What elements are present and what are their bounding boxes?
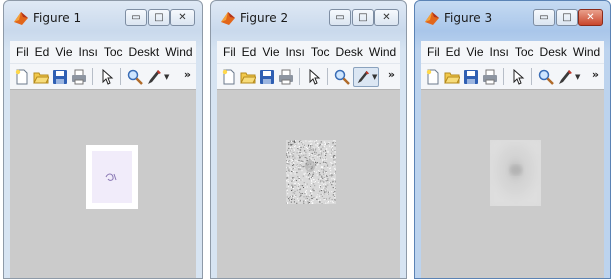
open-file-icon[interactable] (33, 69, 50, 85)
toolbar-separator (503, 68, 504, 85)
pointer-icon[interactable] (99, 68, 115, 85)
menu-bar: Fil Ed Vie Insı Toc Deskt Wind He » (10, 41, 196, 63)
toolbar-overflow-button[interactable]: » (184, 68, 191, 81)
menu-view[interactable]: Vie (466, 45, 483, 59)
save-icon[interactable] (52, 69, 68, 85)
matlab-icon (221, 12, 235, 25)
figure-canvas[interactable] (10, 89, 196, 278)
menu-desktop[interactable]: Desk (540, 45, 567, 59)
new-figure-icon[interactable] (425, 69, 441, 85)
menu-file[interactable]: Fil (427, 45, 440, 59)
close-button[interactable]: ✕ (374, 9, 399, 26)
data-cursor-icon[interactable] (146, 69, 162, 85)
maximize-button[interactable]: □ (352, 9, 374, 26)
maximize-button[interactable]: □ (556, 9, 578, 26)
menu-edit[interactable]: Ed (446, 45, 461, 59)
chevron-down-icon[interactable]: ▼ (575, 73, 580, 81)
image-content (92, 151, 132, 203)
menu-file[interactable]: Fil (16, 45, 29, 59)
menu-bar: Fil Ed Vie Insı Toc Desk Wind He » (421, 41, 604, 63)
minimize-button[interactable]: ▭ (533, 9, 555, 26)
toolbar-separator (299, 68, 300, 85)
pointer-icon[interactable] (510, 68, 526, 85)
menu-window[interactable]: Wind (573, 45, 600, 59)
minimize-button[interactable]: ▭ (329, 9, 351, 26)
title-bar[interactable]: Figure 1 ▭ □ ✕ (4, 1, 202, 35)
toolbar-separator (327, 68, 328, 85)
menu-file[interactable]: Fil (223, 45, 236, 59)
toolbar-overflow-button[interactable]: » (388, 68, 395, 81)
menu-edit[interactable]: Ed (35, 45, 50, 59)
print-icon[interactable] (482, 69, 498, 85)
toolbar-separator (120, 68, 121, 85)
matlab-icon (14, 12, 28, 25)
menu-view[interactable]: Vie (55, 45, 72, 59)
toolbar: ▼ » (10, 63, 196, 89)
figure-canvas[interactable] (217, 89, 400, 278)
title-bar[interactable]: Figure 2 ▭ □ ✕ (211, 1, 406, 35)
menu-desktop[interactable]: Deskt (129, 45, 160, 59)
zoom-in-icon[interactable] (334, 69, 350, 85)
close-button[interactable]: ✕ (578, 9, 603, 26)
blurred-image (490, 140, 541, 206)
save-icon[interactable] (259, 69, 275, 85)
menu-tools[interactable]: Toc (104, 45, 123, 59)
matlab-icon (425, 12, 439, 25)
title-bar[interactable]: Figure 3 ▭ □ ✕ (415, 1, 610, 35)
open-file-icon[interactable] (444, 69, 461, 85)
toolbar-overflow-button[interactable]: » (592, 68, 599, 81)
pointer-icon[interactable] (306, 68, 322, 85)
figure-window-3[interactable]: Figure 3 ▭ □ ✕ Fil Ed Vie Insı Toc Desk … (414, 0, 611, 279)
toolbar-separator (92, 68, 93, 85)
maximize-button[interactable]: □ (148, 9, 170, 26)
menu-tools[interactable]: Toc (515, 45, 534, 59)
blurred-result-image (490, 140, 541, 206)
zoom-in-icon[interactable] (538, 69, 554, 85)
salt-pepper-noise-image (286, 140, 337, 205)
window-title: Figure 2 (240, 11, 289, 25)
menu-insert[interactable]: Insı (286, 45, 305, 59)
window-title: Figure 3 (444, 11, 493, 25)
new-figure-icon[interactable] (221, 69, 237, 85)
figure-window-2[interactable]: Figure 2 ▭ □ ✕ Fil Ed Vie Insı Toc Desk … (210, 0, 407, 279)
print-icon[interactable] (278, 69, 294, 85)
toolbar-separator (531, 68, 532, 85)
minimize-button[interactable]: ▭ (125, 9, 147, 26)
toolbar: ▼ » (421, 63, 604, 89)
data-cursor-icon (357, 70, 370, 83)
menu-desktop[interactable]: Desk (336, 45, 363, 59)
window-title: Figure 1 (33, 11, 82, 25)
menu-edit[interactable]: Ed (242, 45, 257, 59)
chevron-down-icon[interactable]: ▼ (164, 73, 169, 81)
toolbar: ▼ » (217, 63, 400, 89)
menu-tools[interactable]: Toc (311, 45, 330, 59)
data-cursor-button[interactable]: ▼ (353, 66, 379, 87)
figure-canvas[interactable] (421, 89, 604, 278)
figure-window-1[interactable]: Figure 1 ▭ □ ✕ Fil Ed Vie Insı Toc Deskt… (3, 0, 203, 279)
data-cursor-icon[interactable] (557, 69, 573, 85)
menu-bar: Fil Ed Vie Insı Toc Desk Wind He » (217, 41, 400, 63)
save-icon[interactable] (463, 69, 479, 85)
menu-insert[interactable]: Insı (79, 45, 98, 59)
print-icon[interactable] (71, 69, 87, 85)
menu-window[interactable]: Wind (369, 45, 396, 59)
zoom-in-icon[interactable] (127, 69, 143, 85)
menu-view[interactable]: Vie (262, 45, 279, 59)
close-button[interactable]: ✕ (170, 9, 195, 26)
open-file-icon[interactable] (240, 69, 257, 85)
menu-window[interactable]: Wind (165, 45, 192, 59)
new-figure-icon[interactable] (14, 69, 30, 85)
noisy-image (286, 140, 337, 205)
clean-image (86, 145, 138, 209)
chevron-down-icon: ▼ (372, 72, 378, 81)
menu-insert[interactable]: Insı (490, 45, 509, 59)
